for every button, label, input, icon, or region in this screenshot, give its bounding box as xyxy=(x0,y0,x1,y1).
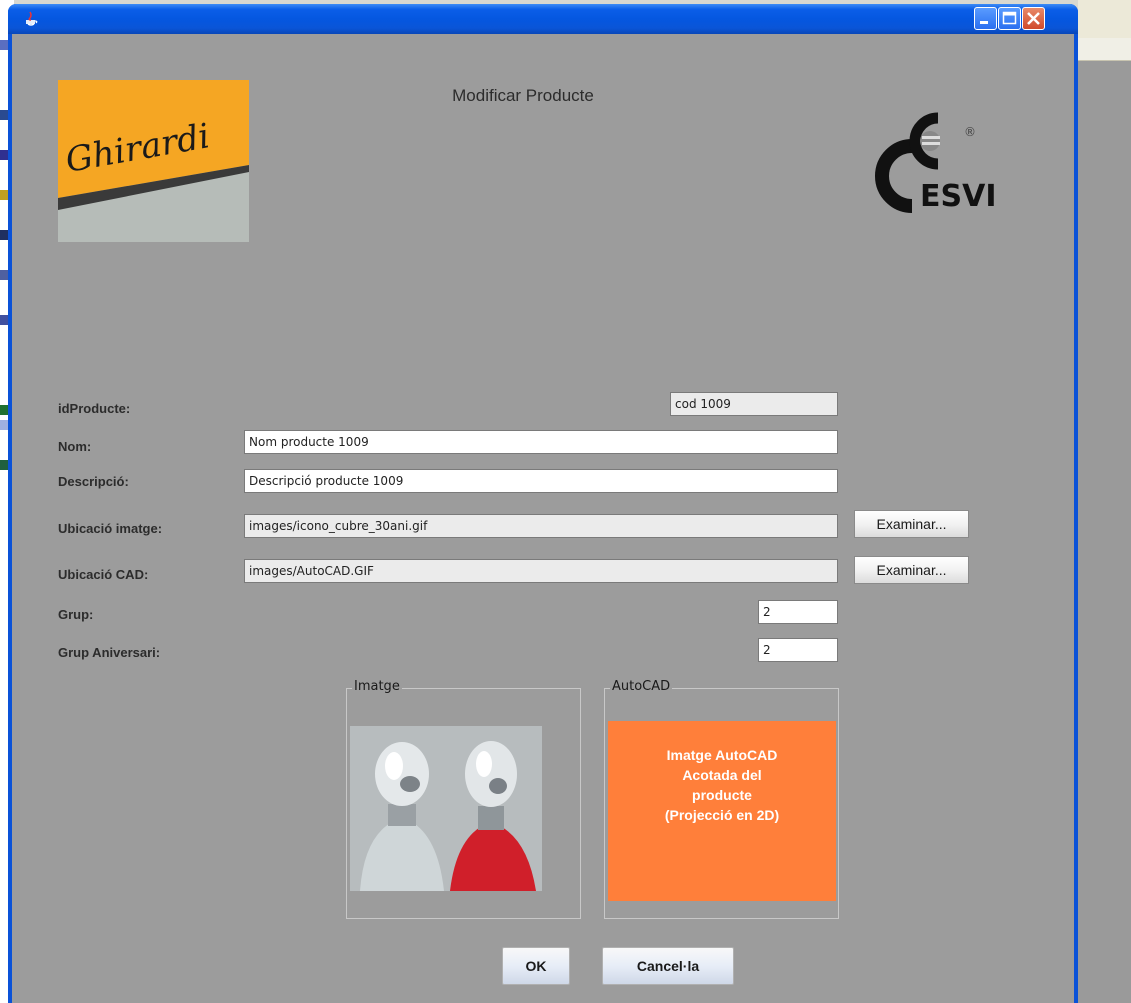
browse-image-button[interactable]: Examinar... xyxy=(854,510,969,538)
close-button[interactable] xyxy=(1022,7,1045,30)
minimize-button[interactable] xyxy=(974,7,997,30)
maximize-icon xyxy=(1002,11,1017,25)
image-panel: Imatge xyxy=(346,679,581,919)
descripcio-field[interactable]: Descripció producte 1009 xyxy=(244,469,838,493)
dialog-title: Modificar Producte xyxy=(452,86,594,105)
label-idproducte: idProducte: xyxy=(58,401,131,416)
browse-cad-button[interactable]: Examinar... xyxy=(854,556,969,584)
java-icon xyxy=(26,11,38,26)
cesvi-logo: ESVI ® xyxy=(875,112,996,214)
nom-field[interactable]: Nom producte 1009 xyxy=(244,430,838,454)
dialog-content: Ghirardi Modificar Producte ESVI ® idPro… xyxy=(12,34,1074,1003)
label-ubicacio-cad: Ubicació CAD: xyxy=(58,567,149,582)
minimize-icon xyxy=(980,21,988,24)
cesvi-logo-text: ESVI xyxy=(920,179,996,214)
dialog-title-container: Modificar Producte xyxy=(12,86,1074,106)
grup-field[interactable]: 2 xyxy=(758,600,838,624)
label-descripcio: Descripció: xyxy=(58,474,129,489)
maximize-button[interactable] xyxy=(998,7,1021,30)
label-nom: Nom: xyxy=(58,439,92,454)
autocad-line-3: producte xyxy=(692,787,752,803)
autocad-line-2: Acotada del xyxy=(682,767,762,783)
ubicacio-imatge-field[interactable]: images/icono_cubre_30ani.gif xyxy=(244,514,838,538)
autocad-panel-title: AutoCAD xyxy=(610,679,673,694)
label-ubicacio-imatge: Ubicació imatge: xyxy=(58,521,163,536)
autocad-line-4: (Projecció en 2D) xyxy=(664,807,780,823)
product-image xyxy=(350,726,542,891)
ok-button[interactable]: OK xyxy=(502,947,570,985)
idproducte-field[interactable]: cod 1009 xyxy=(670,392,838,416)
autocad-line-1: Imatge AutoCAD xyxy=(666,747,778,763)
ubicacio-cad-field[interactable]: images/AutoCAD.GIF xyxy=(244,559,838,583)
cancel-button[interactable]: Cancel·la xyxy=(602,947,734,985)
close-icon xyxy=(1027,12,1040,25)
title-bar[interactable] xyxy=(8,4,1078,34)
product-edit-window: Ghirardi Modificar Producte ESVI ® idPro… xyxy=(8,4,1078,1003)
background-window-right xyxy=(1078,0,1131,1003)
grup-aniversari-field[interactable]: 2 xyxy=(758,638,838,662)
label-grup-aniversari: Grup Aniversari: xyxy=(58,645,161,660)
label-grup: Grup: xyxy=(58,607,94,622)
image-panel-title: Imatge xyxy=(352,679,402,694)
autocad-placeholder: Imatge AutoCAD Acotada del producte (Pro… xyxy=(608,721,836,901)
autocad-panel: AutoCAD Imatge AutoCAD Acotada del produ… xyxy=(604,679,839,919)
registered-mark: ® xyxy=(964,125,976,139)
